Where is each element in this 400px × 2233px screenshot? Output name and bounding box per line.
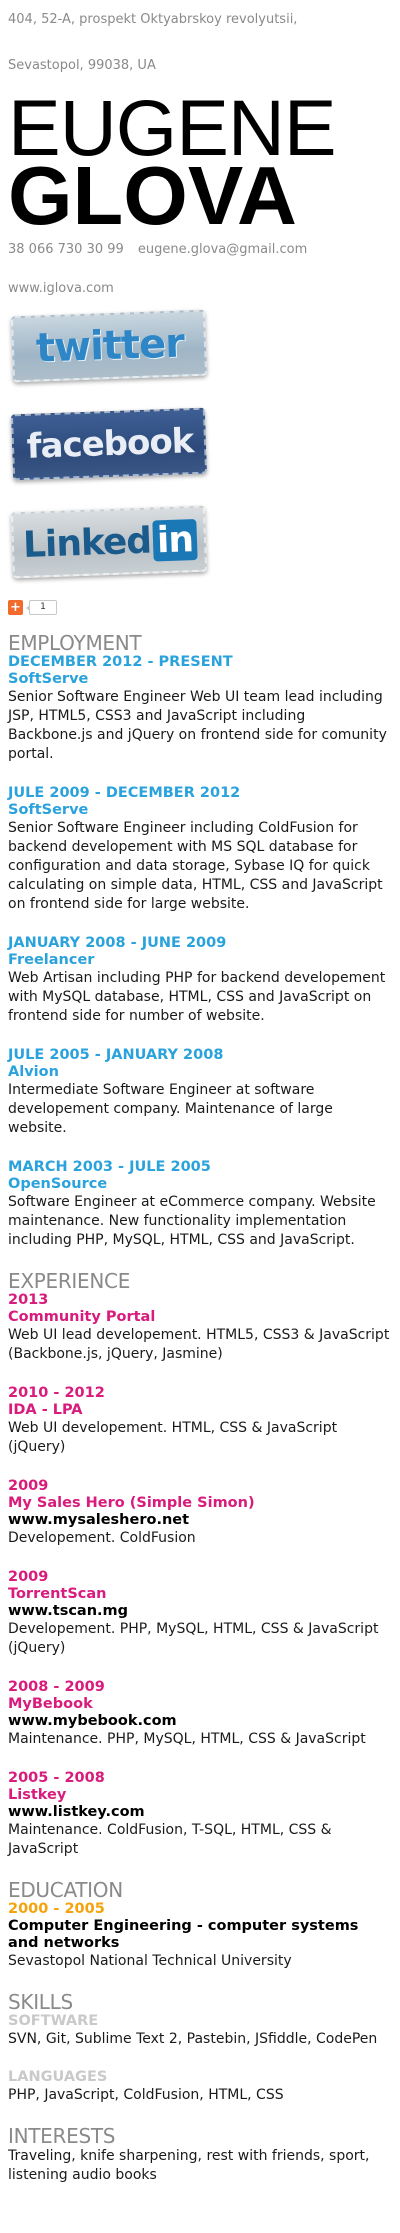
entry-organization: SoftServe — [8, 802, 89, 818]
education-section: EDUCATION 2000 - 2005 Computer Engineeri… — [8, 1879, 392, 1971]
contact-line: 38 066 730 30 99 eugene.glova@gmail.com — [8, 242, 392, 258]
entry-website[interactable]: www.mybebook.com — [8, 1713, 392, 1730]
entry-date: JANUARY 2008 - JUNE 2009 — [8, 935, 227, 951]
entry-date: 2010 - 2012 — [8, 1385, 105, 1401]
education-degree: Computer Engineering - computer systems … — [8, 1918, 359, 1951]
share-count: 1 — [26, 599, 57, 615]
entry-website[interactable]: www.listkey.com — [8, 1804, 392, 1821]
website-link[interactable]: www.iglova.com — [8, 281, 392, 297]
entry-organization: Community Portal — [8, 1309, 156, 1325]
experience-section: EXPERIENCE 2013 Community Portal Web UI le… — [8, 1270, 392, 1859]
entry-date: 2005 - 2008 — [8, 1770, 105, 1786]
address-line-2: Sevastopol, 99038, UA — [8, 58, 156, 73]
twitter-badge-link[interactable]: twitter — [8, 307, 212, 385]
entry-date: JULE 2005 - JANUARY 2008 — [8, 1047, 224, 1063]
entry-date: 2013 — [8, 1292, 49, 1308]
entry-date: 2009 — [8, 1569, 49, 1585]
education-date: 2000 - 2005 — [8, 1901, 105, 1917]
entry-organization: TorrentScan — [8, 1586, 107, 1602]
entry-item: 2009 My Sales Hero (Simple Simon) www.mysa… — [8, 1478, 392, 1548]
resume-page: 404, 52-A, prospekt Oktyabrskoy revolyut… — [0, 0, 400, 2185]
phone-number: 38 066 730 30 99 — [8, 242, 124, 257]
linkedin-label: Linked — [22, 520, 152, 566]
entry-organization: My Sales Hero (Simple Simon) — [8, 1495, 255, 1511]
entry-item: JULE 2009 - DECEMBER 2012 SoftServe Senior… — [8, 785, 392, 914]
entry-item: JANUARY 2008 - JUNE 2009 Freelancer Web Ar… — [8, 935, 392, 1026]
entry-organization: MyBebook — [8, 1696, 93, 1712]
entry-date: 2009 — [8, 1478, 49, 1494]
entry-item: MARCH 2003 - JULE 2005 OpenSource Software… — [8, 1159, 392, 1250]
address-line-1: 404, 52-A, prospekt Oktyabrskoy revolyut… — [8, 12, 298, 27]
entry-item: 2010 - 2012 IDA - LPA Web UI developement.… — [8, 1385, 392, 1457]
entry-website[interactable]: www.tscan.mg — [8, 1603, 392, 1620]
facebook-badge-link[interactable]: facebook — [8, 405, 212, 483]
entry-organization: IDA - LPA — [8, 1402, 83, 1418]
twitter-logo: twitter — [7, 303, 214, 388]
entry-item: 2008 - 2009 MyBebook www.mybebook.com Maint… — [8, 1679, 392, 1749]
entry-description: Developement. PHP, MySQL, HTML, CSS & Ja… — [8, 1621, 379, 1656]
last-name: GLOVA — [8, 149, 297, 242]
interests-section: INTERESTS Traveling, knife sharpening, r… — [8, 2125, 392, 2185]
entry-item: DECEMBER 2012 - PRESENT SoftServe Senior S… — [8, 654, 392, 764]
linkedin-logo: Linked in — [7, 499, 214, 584]
entry-description: Web Artisan including PHP for backend de… — [8, 970, 386, 1024]
employment-section: EMPLOYMENT DECEMBER 2012 - PRESENT SoftSe… — [8, 632, 392, 1250]
linkedin-in-mark: in — [152, 518, 198, 561]
entry-description: Web UI lead developement. HTML5, CSS3 & … — [8, 1327, 390, 1362]
skills-title: SKILLS — [8, 1990, 73, 2014]
entry-organization: SoftServe — [8, 671, 89, 687]
entry-date: 2008 - 2009 — [8, 1679, 105, 1695]
entry-description: Web UI developement. HTML, CSS & JavaScr… — [8, 1420, 338, 1455]
entry-organization: Listkey — [8, 1787, 67, 1803]
facebook-logo: facebook — [7, 401, 214, 486]
education-title: EDUCATION — [8, 1878, 123, 1902]
employment-list: DECEMBER 2012 - PRESENT SoftServe Senior S… — [8, 654, 392, 1250]
email-address[interactable]: eugene.glova@gmail.com — [138, 242, 307, 257]
entry-description: Intermediate Software Engineer at softwa… — [8, 1082, 333, 1136]
entry-description: Maintenance. ColdFusion, T-SQL, HTML, CS… — [8, 1822, 332, 1857]
entry-item: 2013 Community Portal Web UI lead develope… — [8, 1292, 392, 1364]
entry-description: Developement. ColdFusion — [8, 1530, 196, 1546]
software-label: SOFTWARE — [8, 2013, 99, 2029]
twitter-label: twitter — [35, 320, 185, 372]
entry-date: JULE 2009 - DECEMBER 2012 — [8, 785, 241, 801]
share-widget[interactable]: + 1 — [8, 599, 392, 615]
linkedin-badge-link[interactable]: Linked in — [8, 503, 212, 581]
entry-date: DECEMBER 2012 - PRESENT — [8, 654, 233, 670]
entry-description: Senior Software Engineer Web UI team lea… — [8, 689, 387, 762]
interests-text: Traveling, knife sharpening, rest with f… — [8, 2148, 370, 2183]
entry-organization: OpenSource — [8, 1176, 108, 1192]
entry-organization: Freelancer — [8, 952, 95, 968]
entry-item: 2005 - 2008 Listkey www.listkey.com Mainten… — [8, 1770, 392, 1859]
entry-item: 2009 TorrentScan www.tscan.mg Developement.… — [8, 1569, 392, 1658]
employment-title: EMPLOYMENT — [8, 631, 142, 655]
entry-description: Maintenance. PHP, MySQL, HTML, CSS & Jav… — [8, 1731, 366, 1747]
interests-title: INTERESTS — [8, 2124, 116, 2148]
languages-label: LANGUAGES — [8, 2069, 108, 2085]
entry-date: MARCH 2003 - JULE 2005 — [8, 1159, 211, 1175]
languages-list: PHP, JavaScript, ColdFusion, HTML, CSS — [8, 2087, 284, 2103]
plus-share-icon[interactable]: + — [8, 599, 23, 615]
experience-title: EXPERIENCE — [8, 1269, 131, 1293]
education-school: Sevastopol National Technical University — [8, 1953, 292, 1969]
entry-description: Software Engineer at eCommerce company. … — [8, 1194, 376, 1248]
entry-item: JULE 2005 - JANUARY 2008 Alvion Intermedia… — [8, 1047, 392, 1138]
experience-list: 2013 Community Portal Web UI lead develope… — [8, 1292, 392, 1859]
entry-organization: Alvion — [8, 1064, 59, 1080]
skills-section: SKILLS SOFTWARE SVN, Git, Sublime Text 2… — [8, 1991, 392, 2105]
facebook-label: facebook — [26, 421, 194, 467]
software-list: SVN, Git, Sublime Text 2, Pastebin, JSfi… — [8, 2031, 378, 2047]
entry-website[interactable]: www.mysaleshero.net — [8, 1512, 392, 1529]
entry-description: Senior Software Engineer including ColdF… — [8, 820, 383, 912]
